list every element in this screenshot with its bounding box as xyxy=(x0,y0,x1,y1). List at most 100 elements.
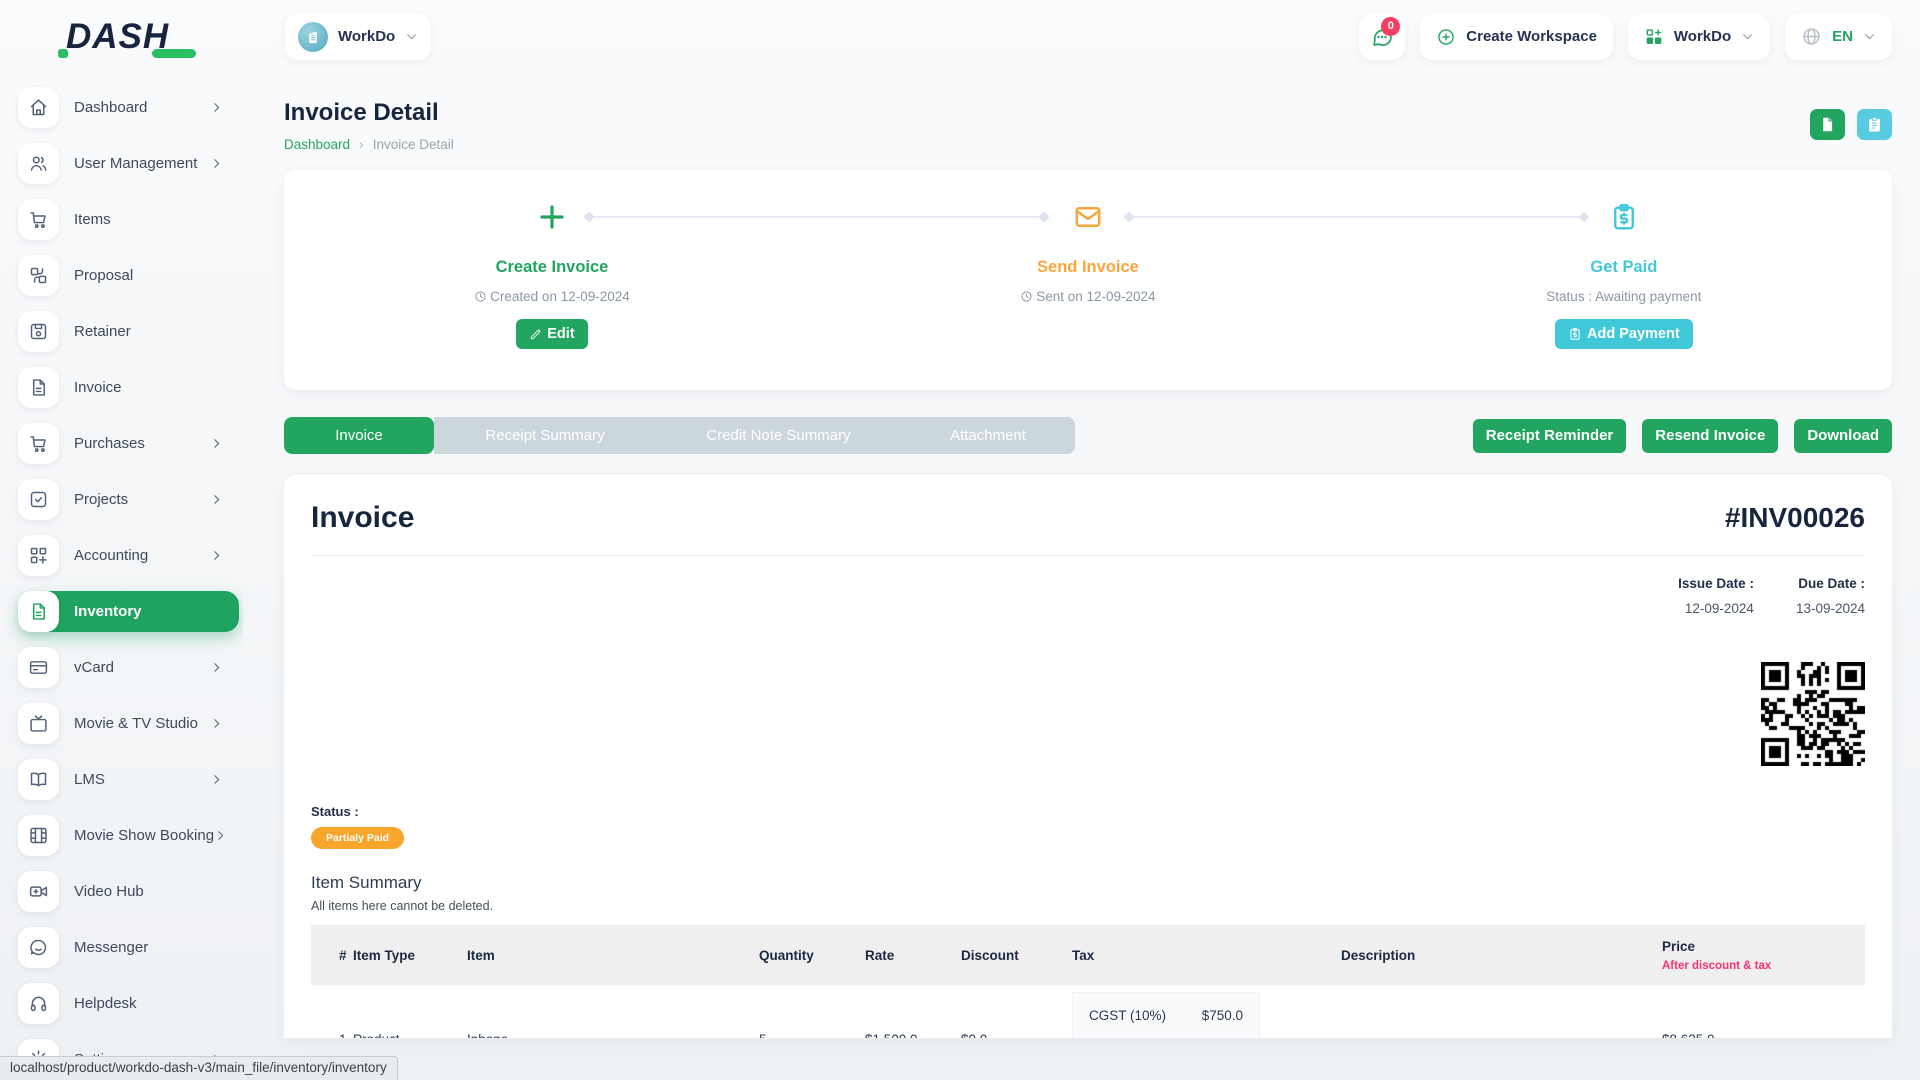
issue-date-label: Issue Date : xyxy=(1678,576,1754,591)
user-menu[interactable]: WorkDo xyxy=(1628,14,1770,60)
cart-icon xyxy=(18,423,59,464)
col-item: Item xyxy=(467,925,759,985)
chevron-right-icon xyxy=(214,829,227,842)
sidebar-item-proposal[interactable]: Proposal xyxy=(18,255,239,296)
sidebar-item-label: LMS xyxy=(74,771,210,788)
due-date-value: 13-09-2024 xyxy=(1796,601,1865,616)
cell-price: $8,625.0 xyxy=(1662,985,1865,1038)
cart-icon xyxy=(18,199,59,240)
col-rate: Rate xyxy=(865,925,961,985)
status-label: Status : xyxy=(311,804,1865,819)
receipt-reminder-button[interactable]: Receipt Reminder xyxy=(1473,419,1627,453)
pencil-icon xyxy=(529,328,542,341)
chevron-right-icon xyxy=(210,661,223,674)
sidebar-item-purchases[interactable]: Purchases xyxy=(18,423,239,464)
sidebar-item-dashboard[interactable]: Dashboard xyxy=(18,87,239,128)
tab-credit-note-summary[interactable]: Credit Note Summary xyxy=(656,417,901,454)
sidebar-item-label: Items xyxy=(74,211,239,228)
download-button[interactable]: Download xyxy=(1794,419,1892,453)
step-connector xyxy=(1129,216,1584,218)
due-date-block: Due Date : 13-09-2024 xyxy=(1796,576,1865,616)
create-workspace-button[interactable]: Create Workspace xyxy=(1420,14,1613,60)
copy-invoice-button[interactable] xyxy=(1857,109,1892,140)
workspace-avatar xyxy=(298,22,328,52)
sidebar-item-helpdesk[interactable]: Helpdesk xyxy=(18,983,239,1024)
payment-clipboard-icon xyxy=(1609,202,1639,232)
chevron-down-icon xyxy=(1741,30,1754,43)
cell-item-type: Product xyxy=(353,985,467,1038)
sidebar-item-vcard[interactable]: vCard xyxy=(18,647,239,688)
logo-dash-bar xyxy=(152,49,196,58)
swap-grid-icon xyxy=(18,255,59,296)
item-summary-table: # Item Type Item Quantity Rate Discount … xyxy=(311,925,1865,1038)
workdo-grid-icon xyxy=(1644,27,1664,47)
main-content: Invoice Detail Dashboard › Invoice Detai… xyxy=(243,73,1920,1080)
status-badge: Partialy Paid xyxy=(311,827,404,849)
tab-group: Invoice Receipt Summary Credit Note Summ… xyxy=(284,417,1075,454)
sidebar-item-inventory[interactable]: Inventory xyxy=(18,591,239,632)
step-send-invoice: Send Invoice Sent on 12-09-2024 xyxy=(820,170,1356,390)
table-row: 1 Product Iphone 5 $1,500.0 $0.0 CGST (1… xyxy=(311,985,1865,1038)
edit-invoice-button[interactable]: Edit xyxy=(516,319,587,349)
export-document-button[interactable] xyxy=(1810,109,1845,140)
invoice-dates: Issue Date : 12-09-2024 Due Date : 13-09… xyxy=(311,576,1865,616)
sidebar-item-label: Dashboard xyxy=(74,99,210,116)
breadcrumb-dashboard-link[interactable]: Dashboard xyxy=(284,137,350,152)
page-title: Invoice Detail xyxy=(284,99,454,127)
sidebar-item-retainer[interactable]: Retainer xyxy=(18,311,239,352)
cell-discount: $0.0 xyxy=(961,985,1072,1038)
card-icon xyxy=(18,647,59,688)
col-description: Description xyxy=(1341,925,1662,985)
sidebar-item-user-management[interactable]: User Management xyxy=(18,143,239,184)
invoice-number: #INV00026 xyxy=(1725,502,1865,534)
resend-invoice-button[interactable]: Resend Invoice xyxy=(1642,419,1778,453)
sidebar-item-movie-tv-studio[interactable]: Movie & TV Studio xyxy=(18,703,239,744)
cell-item: Iphone xyxy=(467,985,759,1038)
col-tax: Tax xyxy=(1072,925,1341,985)
invoice-heading: Invoice xyxy=(311,501,414,535)
col-price: Price After discount & tax xyxy=(1662,925,1865,985)
tab-receipt-summary[interactable]: Receipt Summary xyxy=(434,417,656,454)
step-get-paid: Get Paid Status : Awaiting payment Add P… xyxy=(1356,170,1892,390)
chevron-down-icon xyxy=(1863,30,1876,43)
sidebar-item-movie-show-booking[interactable]: Movie Show Booking xyxy=(18,815,239,856)
tab-attachment[interactable]: Attachment xyxy=(901,417,1075,454)
step-title: Send Invoice xyxy=(1037,258,1139,277)
step-subtitle: Created on 12-09-2024 xyxy=(474,289,630,304)
sidebar-item-lms[interactable]: LMS xyxy=(18,759,239,800)
step-title: Create Invoice xyxy=(496,258,609,277)
clock-icon xyxy=(474,290,487,303)
cell-quantity: 5 xyxy=(759,985,865,1038)
sidebar-item-items[interactable]: Items xyxy=(18,199,239,240)
tax-breakdown: CGST (10%) $750.0 SGST (5%) $375.0 xyxy=(1072,992,1260,1038)
sidebar-item-label: Movie & TV Studio xyxy=(74,715,210,732)
table-header-row: # Item Type Item Quantity Rate Discount … xyxy=(311,925,1865,985)
sidebar-item-projects[interactable]: Projects xyxy=(18,479,239,520)
chevron-right-icon xyxy=(210,717,223,730)
col-num: # xyxy=(311,925,353,985)
col-quantity: Quantity xyxy=(759,925,865,985)
sidebar-item-messenger[interactable]: Messenger xyxy=(18,927,239,968)
messages-button[interactable]: 0 xyxy=(1359,14,1405,60)
book-icon xyxy=(18,759,59,800)
sidebar-item-invoice[interactable]: Invoice xyxy=(18,367,239,408)
language-selector[interactable]: EN xyxy=(1785,14,1892,60)
sidebar-item-label: Messenger xyxy=(74,939,239,956)
file-text-icon xyxy=(18,367,59,408)
video-camera-icon xyxy=(18,871,59,912)
breadcrumb-current: Invoice Detail xyxy=(373,137,454,152)
sidebar-item-label: Helpdesk xyxy=(74,995,239,1012)
clock-icon xyxy=(1020,290,1033,303)
step-connector xyxy=(589,216,1044,218)
item-summary-title: Item Summary xyxy=(311,873,1865,893)
workspace-switcher[interactable]: WorkDo xyxy=(285,14,431,60)
payment-clipboard-icon xyxy=(1568,327,1582,341)
grid-plus-icon xyxy=(18,535,59,576)
sidebar-item-label: Inventory xyxy=(74,603,239,620)
app-logo: DASH xyxy=(0,17,243,57)
tab-invoice[interactable]: Invoice xyxy=(284,417,434,454)
step-create-invoice: Create Invoice Created on 12-09-2024 Edi… xyxy=(284,170,820,390)
add-payment-button[interactable]: Add Payment xyxy=(1555,319,1693,349)
sidebar-item-accounting[interactable]: Accounting xyxy=(18,535,239,576)
sidebar-item-video-hub[interactable]: Video Hub xyxy=(18,871,239,912)
